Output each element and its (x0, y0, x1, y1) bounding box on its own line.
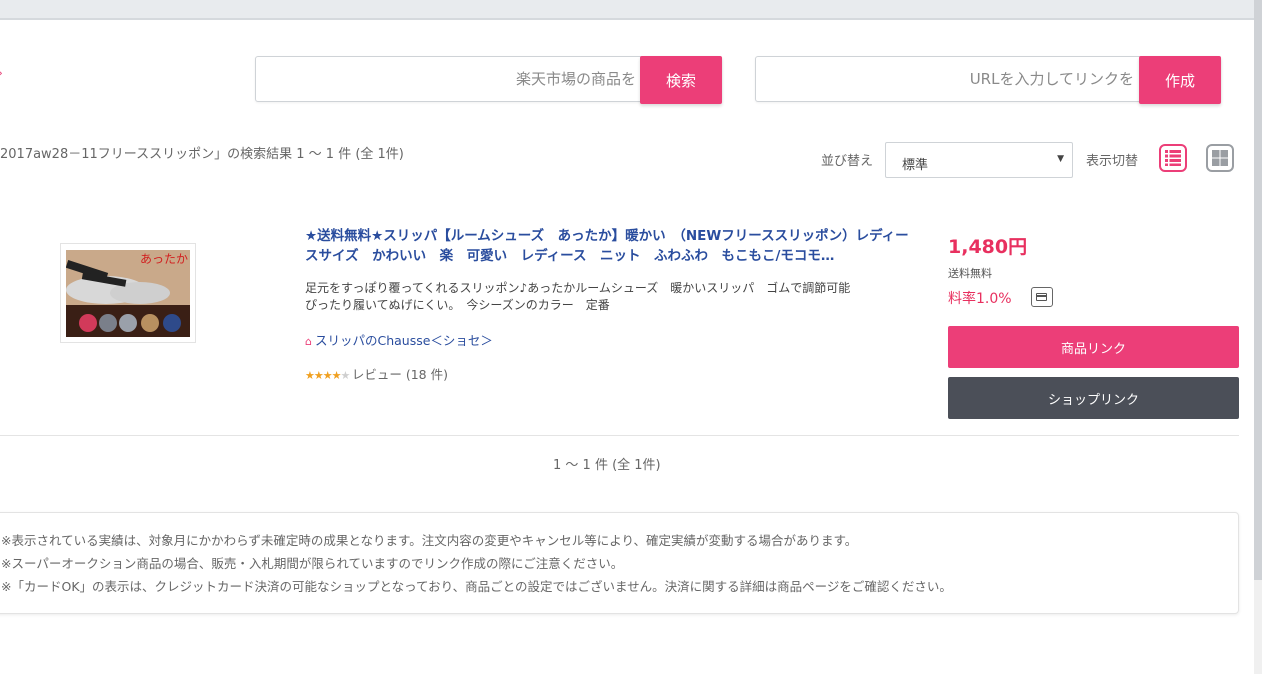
scrollbar-thumb[interactable] (1254, 0, 1262, 580)
review-summary: ★★★★★ レビュー (18 件) (305, 364, 448, 383)
credit-card-stripe (1036, 295, 1047, 297)
result-summary: 2017aw28－11フリーススリッポン」の検索結果 1 ～ 1 件 (全 1件… (0, 147, 404, 162)
commission-rate: 料率1.0% (948, 291, 1012, 307)
star-icon: ★ (313, 369, 324, 382)
shop-name: スリッパのChausse＜ショセ＞ (314, 333, 493, 348)
list-icon (1165, 150, 1181, 166)
product-price: 1,480円 (948, 236, 1028, 258)
review-count: レビュー (18 件) (351, 367, 448, 382)
top-bar (0, 0, 1254, 20)
url-input[interactable] (756, 57, 1142, 101)
view-toggle-label: 表示切替 (1086, 154, 1139, 169)
shipping-label: 送料無料 (948, 267, 992, 280)
description-line: 足元をすっぽり覆ってくれるスリッポン♪あったかルームシューズ 暖かいスリッパ ゴ… (305, 281, 851, 295)
credit-card-icon (1031, 287, 1053, 307)
product-thumbnail[interactable]: あったか (60, 243, 196, 343)
scrollbar[interactable] (1254, 0, 1262, 674)
divider (0, 435, 1239, 436)
grid-icon (1212, 150, 1228, 166)
note-item: ※「カードOK」の表示は、クレジットカード決済の可能なショップとなっており、商品… (1, 579, 952, 594)
url-link-box: 作成 (755, 56, 1221, 104)
product-search-button[interactable]: 検索 (640, 56, 722, 104)
pagination-summary: 1 ～ 1 件 (全 1件) (553, 458, 661, 473)
star-icon: ★ (331, 369, 342, 382)
notes-panel: ※表示されている実績は、対象月にかかわらず未確定時の成果となります。注文内容の変… (0, 512, 1239, 614)
product-image-caption: あったか (140, 252, 189, 266)
sort-selected-value: 標準 (902, 158, 929, 173)
product-title-link[interactable]: ★送料無料★スリッパ【ルームシューズ あったか】暖かい （NEWフリーススリッポ… (305, 226, 920, 266)
sort-label: 並び替え (821, 154, 874, 169)
create-link-button[interactable]: 作成 (1139, 56, 1221, 104)
shop-name-link[interactable]: ⌂ スリッパのChausse＜ショセ＞ (305, 330, 493, 349)
product-link-button[interactable]: 商品リンク (948, 326, 1239, 368)
logo-fragment: › (0, 67, 4, 79)
note-item: ※表示されている実績は、対象月にかかわらず未確定時の成果となります。注文内容の変… (1, 533, 858, 548)
product-search-box: 検索 (255, 56, 722, 104)
star-icon: ★ (322, 369, 333, 382)
star-icon: ★ (305, 369, 315, 382)
product-description: 足元をすっぽり覆ってくれるスリッポン♪あったかルームシューズ 暖かいスリッパ ゴ… (305, 280, 905, 314)
description-line: ぴったり履いてぬげにくい。 今シーズンのカラー 定番 (305, 298, 610, 312)
shop-link-button[interactable]: ショップリンク (948, 377, 1239, 419)
note-item: ※スーパーオークション商品の場合、販売・入札期間が限られていますのでリンク作成の… (1, 556, 624, 571)
sort-select[interactable]: 標準 ▼ (885, 142, 1073, 178)
rating-stars: ★★★★★ (305, 369, 352, 382)
list-view-button[interactable] (1159, 144, 1187, 172)
chevron-down-icon: ▼ (1057, 154, 1064, 164)
product-search-input[interactable] (256, 57, 644, 101)
home-icon: ⌂ (305, 335, 312, 348)
star-empty-icon: ★ (340, 369, 351, 382)
grid-view-button[interactable] (1206, 144, 1234, 172)
